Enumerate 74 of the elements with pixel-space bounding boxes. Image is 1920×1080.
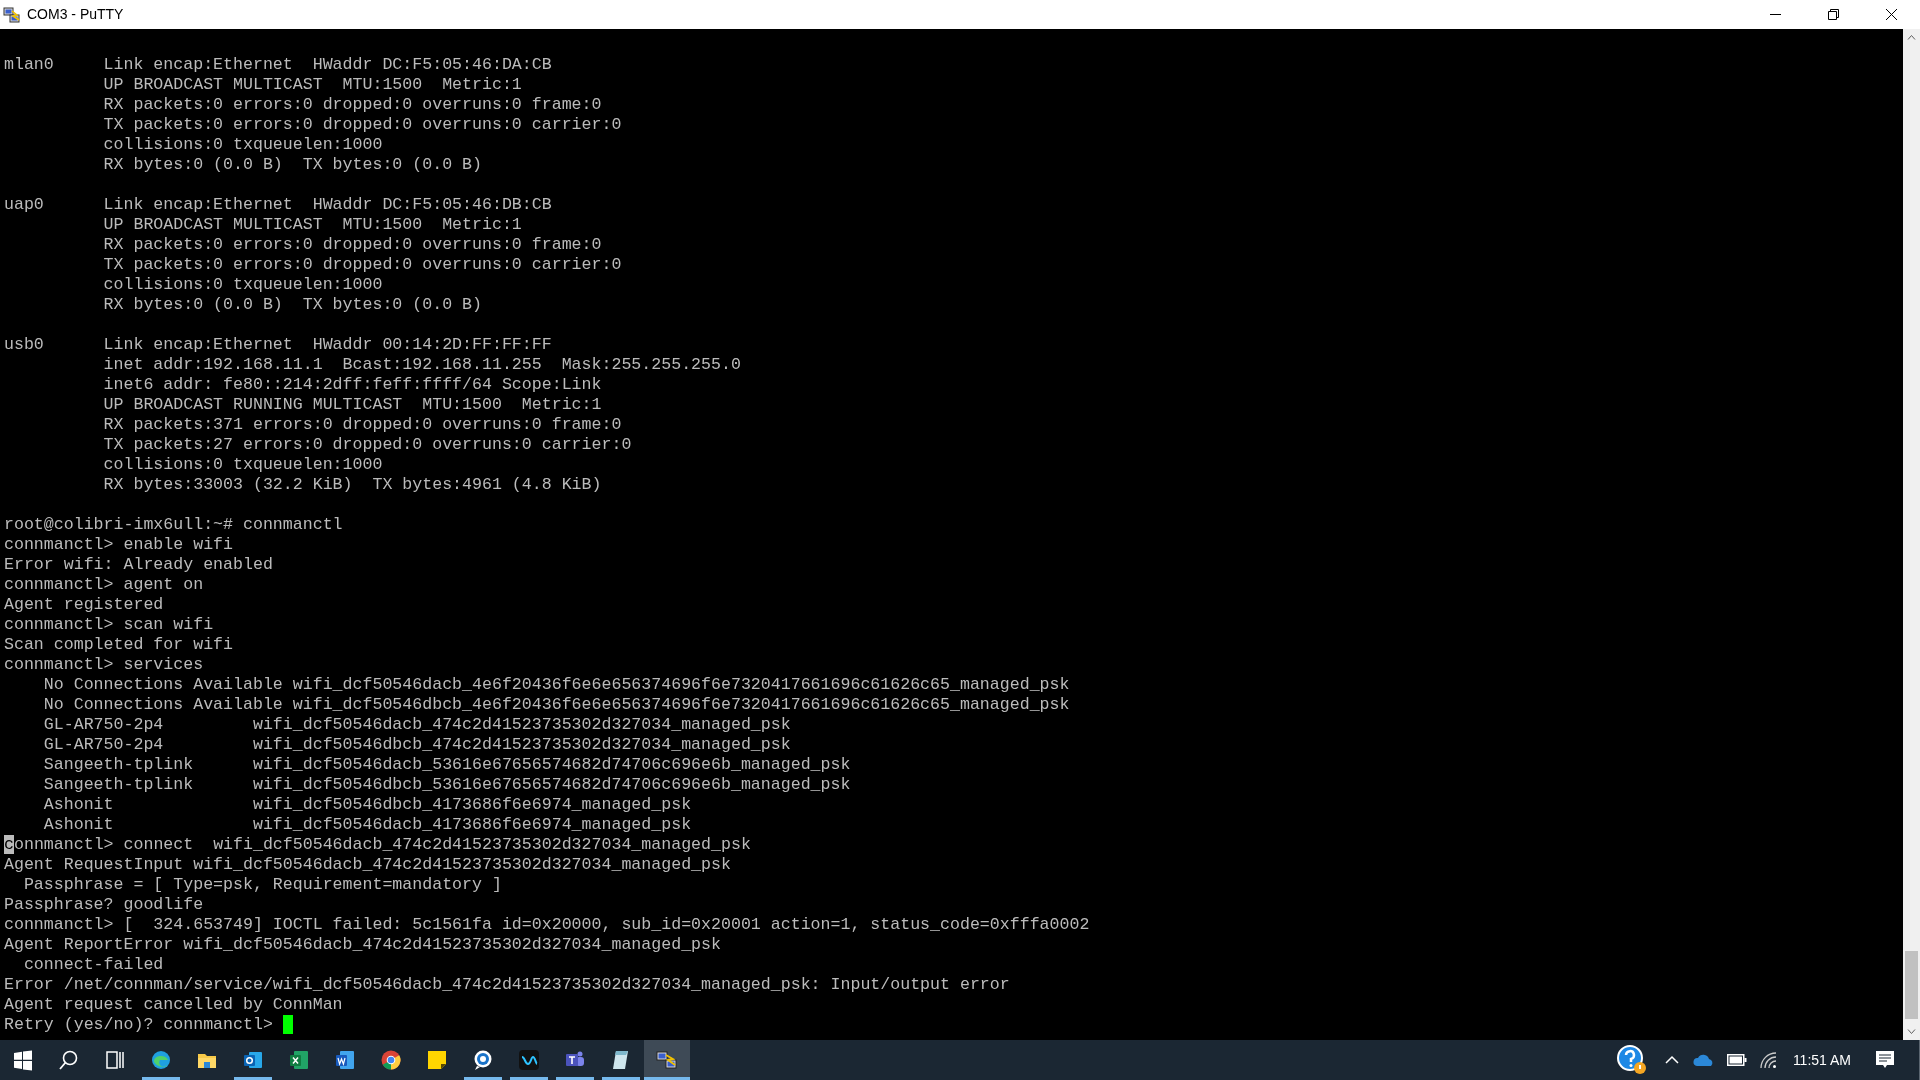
computers-icon (656, 1049, 678, 1071)
restore-icon (1827, 9, 1839, 20)
wifi-icon[interactable] (1758, 1051, 1777, 1069)
terminal-line: Agent request cancelled by ConnMan (4, 995, 343, 1015)
terminal-line: Passphrase = [ Type=psk, Requirement=mandatory ] (22, 875, 502, 895)
terminal-line: Passphrase? goodlife (4, 895, 204, 915)
terminal-line: root@colibri-imx6ull:~# connmanctl (4, 515, 343, 535)
terminal-line: connmanctl> agent on (4, 575, 204, 595)
wave-logo-icon (518, 1049, 540, 1071)
terminal-line: Error wifi: Already enabled (4, 555, 273, 575)
scrollbar-thumb[interactable] (1905, 951, 1918, 1019)
terminal-line: RX packets:371 errors:0 dropped:0 overruns:0 frame:0 (102, 415, 622, 435)
terminal-line: Sangeeth-tplink wifi_dcf50546dbcb_53616e67656574682d74706c696e6b_managed_psk (42, 775, 851, 795)
notification-icon[interactable] (1875, 1050, 1895, 1070)
terminal-line: connmanctl> scan wifi (4, 615, 214, 635)
terminal-line: UP BROADCAST RUNNING MULTICAST MTU:1500 Metric:1 (102, 395, 602, 415)
terminal-line: No Connections Available wifi_dcf50546dbcb_4e6f20436f6e6e656374696f6e7320417661696c61626c65_managed_psk (42, 695, 1070, 715)
terminal-line: Ashonit wifi_dcf50546dacb_4173686f6e6974_managed_psk (42, 815, 692, 835)
terminal-line: collisions:0 txqueuelen:1000 (102, 135, 383, 155)
terminal-app-button[interactable] (644, 1040, 690, 1080)
help-icon[interactable] (1616, 1045, 1647, 1075)
terminal-line: RX packets:0 errors:0 dropped:0 overruns:0 frame:0 (102, 95, 602, 115)
terminal-line: RX bytes:0 (0.0 B) TX bytes:0 (0.0 B) (102, 295, 482, 315)
mail-logo-icon (242, 1049, 264, 1071)
computers-icon (3, 5, 21, 24)
spreadsheet-logo-icon (288, 1049, 310, 1071)
circle-logo-icon (380, 1049, 402, 1071)
terminal-line: UP BROADCAST MULTICAST MTU:1500 Metric:1 (102, 215, 522, 235)
terminal-line: usb0 Link encap:Ethernet HWaddr 00:14:2D:FF:FF:FF (4, 335, 552, 355)
cloud-icon[interactable] (1692, 1053, 1715, 1067)
terminal-line: Ashonit wifi_dcf50546dbcb_4173686f6e6974_managed_psk (42, 795, 692, 815)
terminal-line: RX packets:0 errors:0 dropped:0 overruns:0 frame:0 (102, 235, 602, 255)
terminal-line: collisions:0 txqueuelen:1000 (102, 455, 383, 475)
terminal-line: TX packets:0 errors:0 dropped:0 overruns:0 carrier:0 (102, 115, 622, 135)
terminal-line: connmanctl> enable wifi (4, 535, 234, 555)
terminal-line: mlan0 Link encap:Ethernet HWaddr DC:F5:05:46:DA:CB (4, 55, 552, 75)
terminal-line: TX packets:27 errors:0 dropped:0 overruns:0 carrier:0 (102, 435, 632, 455)
task-view-icon (104, 1049, 126, 1071)
terminal-line: uap0 Link encap:Ethernet HWaddr DC:F5:05:46:DB:CB (4, 195, 552, 215)
terminal-line: connect-failed (22, 955, 164, 975)
terminal-line: Agent RequestInput wifi_dcf50546dacb_474c2d41523735302d327034_managed_psk (4, 855, 731, 875)
terminal-line: inet6 addr: fe80::214:2dff:feff:ffff/64 Scope:Link (102, 375, 602, 395)
clock[interactable]: 11:51 AM (1792, 1049, 1851, 1071)
scroll-up-icon (1907, 35, 1916, 40)
terminal-line: TX packets:0 errors:0 dropped:0 overruns:0 carrier:0 (102, 255, 622, 275)
windows-icon (12, 1049, 34, 1071)
window-title: COM3 - PuTTY (27, 5, 124, 24)
terminal-line: RX bytes:33003 (32.2 KiB) TX bytes:4961 (4.8 KiB) (102, 475, 602, 495)
speech-bubble-icon (472, 1049, 494, 1071)
terminal-line: Retry (yes/no)? connmanctl> (4, 1015, 274, 1035)
battery-icon[interactable] (1726, 1054, 1747, 1066)
terminal-line: collisions:0 txqueuelen:1000 (102, 275, 383, 295)
terminal-line: Scan completed for wifi (4, 635, 234, 655)
terminal-line: No Connections Available wifi_dcf50546dacb_4e6f20436f6e6e656374696f6e7320417661696c61626c65_managed_psk (42, 675, 1070, 695)
terminal-line: Error /net/connman/service/wifi_dcf50546dacb_474c2d41523735302d327034_managed_psk: Input/output error (4, 975, 1010, 995)
chevron-up-icon[interactable] (1664, 1055, 1679, 1065)
terminal-line: GL-AR750-2p4 wifi_dcf50546dacb_474c2d41523735302d327034_managed_psk (42, 715, 791, 735)
terminal-line: connmanctl> services (4, 655, 204, 675)
search-icon (58, 1049, 80, 1071)
sticky-note-icon (426, 1049, 448, 1071)
wave-logo-icon (150, 1049, 172, 1071)
scroll-down-icon (1907, 1029, 1916, 1034)
terminal-line: inet addr:192.168.11.1 Bcast:192.168.11.255 Mask:255.255.255.0 (102, 355, 741, 375)
terminal-line: Agent ReportError wifi_dcf50546dacb_474c2d41523735302d327034_managed_psk (4, 935, 721, 955)
terminal-line: Agent registered (4, 595, 164, 615)
terminal-line: RX bytes:0 (0.0 B) TX bytes:0 (0.0 B) (102, 155, 482, 175)
scrollbar[interactable] (1903, 29, 1920, 1040)
terminal-line: GL-AR750-2p4 wifi_dcf50546dbcb_474c2d41523735302d327034_managed_psk (42, 735, 791, 755)
terminal-line: UP BROADCAST MULTICAST MTU:1500 Metric:1 (102, 75, 522, 95)
terminal-line: connmanctl> connect wifi_dcf50546dacb_474c2d41523735302d327034_managed_psk (4, 835, 751, 855)
terminal-line: connmanctl> [ 324.653749] IOCTL failed: 5c1561fa id=0x20000, sub_id=0x20001 action=1, status_code=0xfffa0002 (4, 915, 1090, 935)
document-logo-icon (334, 1049, 356, 1071)
terminal-line: Sangeeth-tplink wifi_dcf50546dacb_53616e67656574682d74706c696e6b_managed_psk (42, 755, 851, 775)
close-icon (1885, 9, 1897, 20)
